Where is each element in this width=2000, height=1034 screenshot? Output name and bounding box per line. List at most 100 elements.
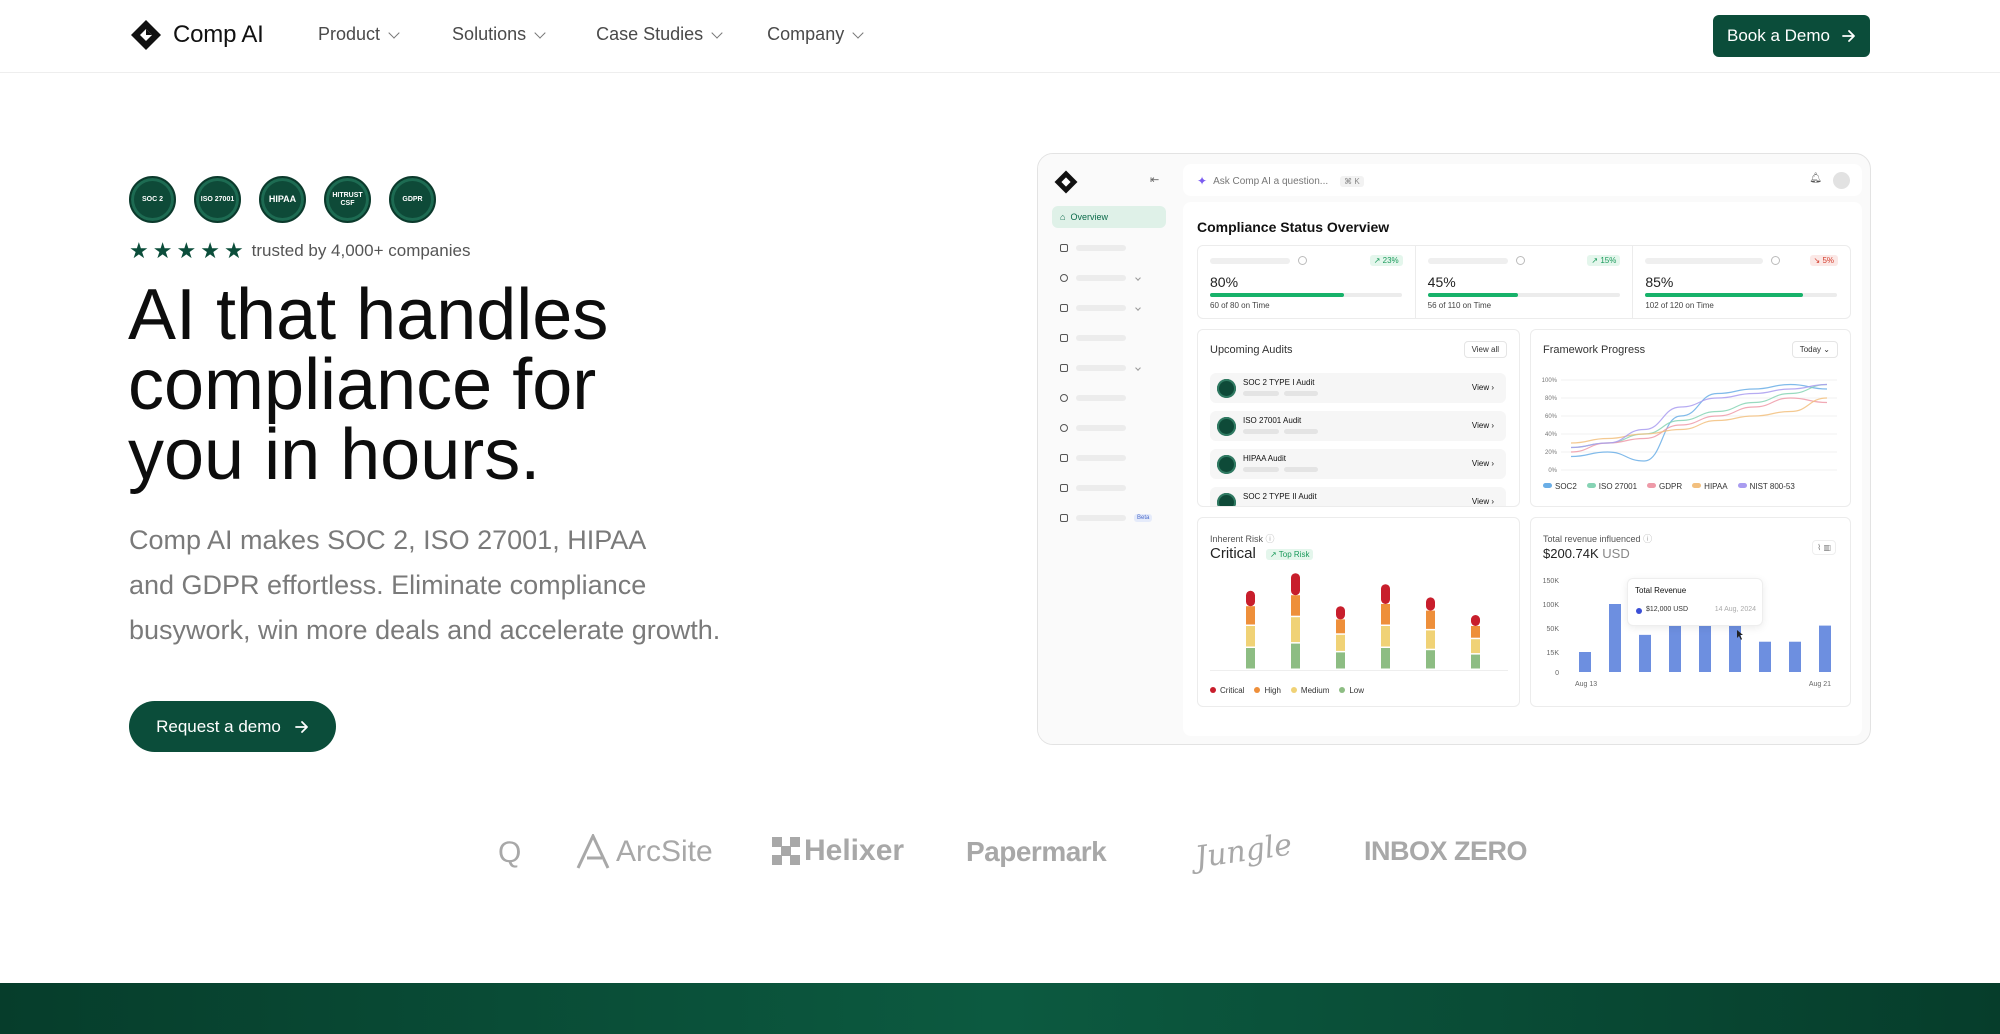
badge-icon xyxy=(1217,493,1236,506)
risk-bar-segment xyxy=(1336,652,1345,669)
list-icon xyxy=(1060,364,1068,372)
sidebar-item[interactable] xyxy=(1060,392,1160,404)
iso27001-badge: ISO 27001 xyxy=(194,176,241,223)
legend-label: ISO 27001 xyxy=(1598,482,1638,491)
sidebar-item[interactable] xyxy=(1060,452,1160,464)
tooltip-title: Total Revenue xyxy=(1635,586,1687,595)
risk-bar-segment xyxy=(1471,654,1480,669)
placeholder-bar xyxy=(1076,275,1126,281)
sidebar-item[interactable] xyxy=(1060,482,1160,494)
nav-item-label: Solutions xyxy=(452,24,527,44)
book-demo-button[interactable]: Book a Demo xyxy=(1713,15,1870,57)
flag-icon xyxy=(1060,244,1068,252)
risk-bar-segment xyxy=(1246,648,1255,669)
ask-ai-input[interactable]: ✦ Ask Comp AI a question... ⌘ K xyxy=(1197,174,1364,188)
placeholder-bar xyxy=(1076,365,1126,371)
progress-track xyxy=(1645,293,1838,297)
comp-ai-logo-icon xyxy=(1054,170,1078,194)
subtitle-line: and GDPR effortless. Eliminate complianc… xyxy=(129,570,647,600)
stat-percent: 80% xyxy=(1210,274,1239,290)
card-title: Inherent Risk ⓘ xyxy=(1210,532,1275,545)
revenue-amount-row: $200.74K USD xyxy=(1543,546,1630,561)
chart-type-toggle[interactable]: ⌇ ▥ xyxy=(1812,540,1836,555)
placeholder-bar xyxy=(1076,335,1126,341)
sidebar-item[interactable] xyxy=(1060,422,1160,434)
sidebar-item[interactable] xyxy=(1060,272,1160,284)
view-button[interactable]: View › xyxy=(1472,421,1494,430)
card-title: Framework Progress xyxy=(1543,344,1646,356)
progress-fill xyxy=(1210,293,1345,297)
audit-row[interactable]: SOC 2 TYPE I Audit View › xyxy=(1210,373,1506,403)
sidebar-item[interactable] xyxy=(1060,362,1160,374)
sparkle-icon: ✦ xyxy=(1197,174,1208,188)
risk-value: Critical xyxy=(1210,545,1256,562)
q-logo-icon: Q xyxy=(498,836,522,869)
risk-bar-segment xyxy=(1426,610,1435,629)
placeholder-bar xyxy=(1076,305,1126,311)
top-risk-badge: ↗ Top Risk xyxy=(1266,549,1314,560)
view-button[interactable]: View › xyxy=(1472,497,1494,506)
bell-icon[interactable]: 🔔︎ xyxy=(1809,173,1822,184)
y-tick-label: 0 xyxy=(1555,670,1559,677)
star-icon: ★ xyxy=(152,238,173,263)
risk-bar-segment xyxy=(1291,573,1300,596)
badge-label: HITRUST CSF xyxy=(332,191,363,207)
logo-text: Helixer xyxy=(804,834,905,867)
brand-logo[interactable]: Comp AI xyxy=(129,18,264,52)
arcsite-mark-icon xyxy=(576,834,610,869)
arrow-right-icon xyxy=(294,720,308,733)
y-tick-label: 20% xyxy=(1545,450,1558,456)
placeholder-bar xyxy=(1243,391,1279,396)
avatar[interactable] xyxy=(1833,172,1850,189)
card-title: Upcoming Audits xyxy=(1210,344,1293,356)
nav-menu: Product Solutions Case Studies Company xyxy=(318,24,864,45)
collapse-icon[interactable]: ⇤ xyxy=(1150,173,1159,186)
risk-bar-segment xyxy=(1291,595,1300,616)
view-all-button[interactable]: View all xyxy=(1463,341,1507,358)
legend-label: GDPR xyxy=(1659,482,1683,491)
bar-chart-icon: ▥ xyxy=(1823,543,1831,552)
view-button[interactable]: View › xyxy=(1472,383,1494,392)
nav-item-solutions[interactable]: Solutions xyxy=(452,24,546,45)
customer-logos: Q ArcSite Helixer Papermark Jungle INBOX… xyxy=(0,827,2000,890)
headline-line: compliance for xyxy=(128,345,597,425)
info-icon xyxy=(1515,256,1525,265)
legend-item: ISO 27001 xyxy=(1586,482,1638,491)
nav-item-company[interactable]: Company xyxy=(767,24,864,45)
stat-sub: 56 of 110 on Time xyxy=(1427,301,1492,310)
sidebar-item[interactable] xyxy=(1060,242,1160,254)
view-button[interactable]: View › xyxy=(1472,459,1494,468)
risk-bar-segment xyxy=(1471,626,1480,638)
legend-swatch xyxy=(1339,687,1346,693)
placeholder-bar xyxy=(1243,429,1279,434)
revenue-card: Total revenue influenced ⓘ $200.74K USD … xyxy=(1530,517,1851,707)
progress-fill xyxy=(1645,293,1803,297)
dashboard-main: Compliance Status Overview ↗ 23% 80% 60 … xyxy=(1183,202,1862,736)
y-tick-label: 60% xyxy=(1545,414,1558,420)
nav-item-product[interactable]: Product xyxy=(318,24,400,45)
sidebar-item[interactable] xyxy=(1060,332,1160,344)
beta-badge: Beta xyxy=(1134,514,1153,522)
top-risk-label: Top Risk xyxy=(1278,550,1310,559)
sidebar-item-overview[interactable]: ⌂ Overview xyxy=(1052,206,1166,228)
nav-item-case-studies[interactable]: Case Studies xyxy=(596,24,723,45)
papermark-logo: Papermark xyxy=(966,836,1107,867)
y-tick-label: 50K xyxy=(1547,626,1560,633)
risk-bar-segment xyxy=(1426,597,1435,611)
legend-item: HIPAA xyxy=(1692,482,1728,491)
audit-row[interactable]: ISO 27001 Audit View › xyxy=(1210,411,1506,441)
placeholder-bar xyxy=(1284,429,1318,434)
audit-row[interactable]: SOC 2 TYPE II Audit View › xyxy=(1210,487,1506,506)
risk-bar-segment xyxy=(1246,590,1255,607)
framework-progress-card: Framework Progress Today ⌄ 100% 80% 60% 40%… xyxy=(1530,329,1851,507)
sidebar-item[interactable]: Beta xyxy=(1060,512,1160,524)
stat-card: ↘ 5% 85% 102 of 120 on Time xyxy=(1633,246,1850,318)
placeholder-bar xyxy=(1210,258,1290,264)
helixer-logo: Helixer xyxy=(772,834,904,868)
risk-bar-segment xyxy=(1426,630,1435,649)
sidebar-item[interactable] xyxy=(1060,302,1160,314)
request-demo-button[interactable]: Request a demo xyxy=(129,701,336,752)
audit-name: HIPAA Audit xyxy=(1243,454,1286,463)
period-select[interactable]: Today ⌄ xyxy=(1791,341,1838,358)
audit-row[interactable]: HIPAA Audit View › xyxy=(1210,449,1506,479)
